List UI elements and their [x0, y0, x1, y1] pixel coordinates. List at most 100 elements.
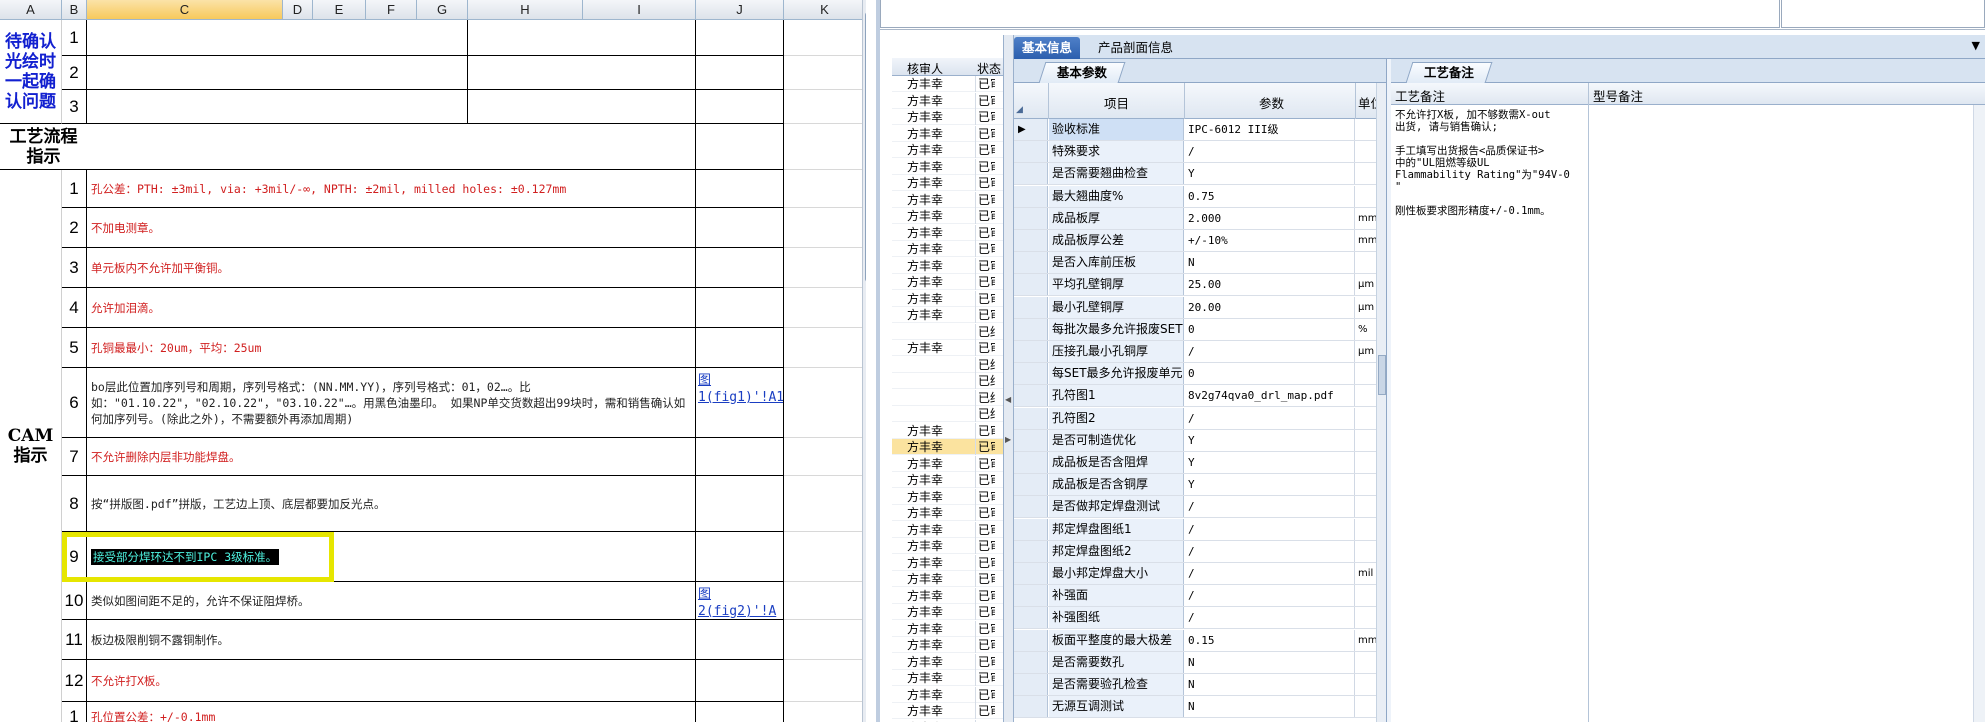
figure-link-text[interactable]: 图2(fig2)'!A: [698, 587, 776, 619]
column-header-i[interactable]: I: [583, 0, 696, 20]
param-value[interactable]: 25.00: [1185, 274, 1355, 296]
process-remarks-text[interactable]: 不允许打X板, 加不够数需X-out 出货, 请与销售确认; 手工填写出货报告<…: [1395, 109, 1585, 217]
cell-j[interactable]: [696, 620, 784, 660]
column-model-remarks[interactable]: 型号备注: [1593, 86, 1643, 105]
collapse-arrow-icon[interactable]: ◀: [1005, 395, 1011, 404]
list-row[interactable]: 方丰幸 已审: [892, 670, 1003, 686]
list-row[interactable]: 方丰幸 已审: [892, 439, 1003, 455]
param-row[interactable]: 板面平整度的最大极差 0.15 mm.: [1014, 629, 1386, 652]
list-row[interactable]: 方丰幸 已审: [892, 274, 1003, 290]
instruction-cell[interactable]: bo层此位置加序列号和周期，序列号格式：(NN.MM.YY)，序列号格式：01，…: [87, 368, 696, 438]
cell-c[interactable]: [87, 20, 468, 56]
scrollbar-thumb[interactable]: [865, 12, 866, 282]
param-row[interactable]: ▶ 验收标准 IPC-6012 III级: [1014, 119, 1386, 141]
column-header-e[interactable]: E: [313, 0, 366, 20]
param-value[interactable]: /: [1185, 341, 1355, 362]
param-value[interactable]: +/-10%: [1185, 230, 1355, 251]
list-row[interactable]: 方丰幸 已审: [892, 175, 1003, 191]
param-row[interactable]: 邦定焊盘图纸1/: [1014, 518, 1386, 541]
param-value[interactable]: 0: [1185, 318, 1355, 340]
cell-k[interactable]: [784, 20, 866, 56]
cell-k[interactable]: [784, 328, 866, 368]
param-value[interactable]: /: [1185, 563, 1355, 584]
list-row[interactable]: 方丰幸 已审: [892, 109, 1003, 125]
cell-k[interactable]: [784, 124, 866, 170]
param-row[interactable]: 孔符图2/: [1014, 407, 1386, 430]
column-header-a[interactable]: A: [0, 0, 62, 20]
column-header-k[interactable]: K: [784, 0, 866, 20]
cell-j[interactable]: [696, 56, 784, 90]
param-row[interactable]: 是否需要验孔检查 N: [1014, 674, 1386, 696]
param-value[interactable]: N: [1185, 696, 1355, 718]
param-row[interactable]: 成品板是否含铜厚 Y: [1014, 474, 1386, 497]
cell-k[interactable]: [784, 620, 866, 660]
instruction-cell[interactable]: 不加电测章。: [87, 208, 696, 248]
list-row[interactable]: 方丰幸 已审: [892, 653, 1003, 670]
column-header-f[interactable]: F: [366, 0, 417, 20]
cell-j[interactable]: [696, 170, 784, 208]
cell-k[interactable]: [784, 702, 866, 722]
cell-k[interactable]: [784, 438, 866, 476]
list-row[interactable]: 已终: [892, 356, 1003, 373]
param-row[interactable]: 平均孔壁铜厚 25.00 μm: [1014, 274, 1386, 297]
cell-j[interactable]: [696, 702, 784, 722]
instruction-cell[interactable]: 孔公差：PTH: ±3mil, via: +3mil/-∞, NPTH: ±2m…: [87, 170, 696, 208]
list-row[interactable]: 已终: [892, 406, 1003, 422]
list-row[interactable]: 方丰幸 已审: [892, 571, 1003, 587]
list-row[interactable]: 方丰幸 已审: [892, 703, 1003, 719]
cell-j[interactable]: [696, 20, 784, 56]
param-row[interactable]: 补强图纸 /: [1014, 607, 1386, 630]
list-row[interactable]: 方丰幸 已审: [892, 422, 1003, 439]
cell-c[interactable]: [87, 124, 696, 170]
column-status[interactable]: 状态: [977, 60, 1002, 77]
cell-k[interactable]: [784, 56, 866, 90]
cell-j[interactable]: [696, 288, 784, 328]
param-row[interactable]: 每批次最多允许报废SET 0%: [1014, 318, 1386, 341]
list-row[interactable]: 方丰幸 已审: [892, 208, 1003, 224]
cell-h[interactable]: [468, 90, 696, 124]
list-row[interactable]: 方丰幸 已审: [892, 158, 1003, 175]
param-row[interactable]: 邦定焊盘图纸2/: [1014, 540, 1386, 563]
param-value[interactable]: /: [1185, 407, 1355, 429]
cell-j[interactable]: [696, 248, 784, 288]
instruction-cell[interactable]: 孔位置公差：+/-0.1mm: [87, 702, 696, 722]
cell-j[interactable]: [696, 438, 784, 476]
param-value[interactable]: 0.75: [1185, 185, 1355, 207]
list-row[interactable]: 方丰幸 已审: [892, 604, 1003, 620]
cell-k[interactable]: [784, 476, 866, 532]
list-row[interactable]: 已终: [892, 389, 1003, 406]
column-unit[interactable]: 单位: [1358, 93, 1376, 112]
cell-j[interactable]: [696, 532, 784, 582]
param-value[interactable]: N: [1185, 651, 1355, 673]
list-row[interactable]: 方丰幸 已审: [892, 554, 1003, 571]
param-row[interactable]: 成品板厚 2.000 mm: [1014, 207, 1386, 230]
list-row[interactable]: 方丰幸 已审: [892, 637, 1003, 653]
column-header-g[interactable]: G: [417, 0, 468, 20]
column-value[interactable]: 参数: [1259, 93, 1284, 112]
tab-basic-info[interactable]: 基本信息: [1014, 37, 1081, 59]
instruction-cell[interactable]: 不允许打X板。: [87, 660, 696, 702]
param-value[interactable]: 0.15: [1185, 629, 1355, 651]
instruction-cell[interactable]: 接受部分焊环达不到IPC 3级标准。: [87, 532, 696, 582]
cell-j[interactable]: [696, 660, 784, 702]
list-splitter-bar[interactable]: ◀ ▶: [1004, 35, 1014, 722]
instruction-cell[interactable]: 类似如图间距不足的，允许不保证阻焊桥。: [87, 582, 696, 620]
column-header-c[interactable]: C: [87, 0, 283, 20]
param-row[interactable]: 补强面 /: [1014, 585, 1386, 608]
param-value[interactable]: 20.00: [1185, 296, 1355, 318]
cell-c[interactable]: [87, 90, 468, 124]
param-row[interactable]: 压接孔最小孔铜厚 / μm: [1014, 341, 1386, 363]
param-value[interactable]: 8v2g74qva0_drl_map.pdf: [1185, 385, 1355, 407]
param-row[interactable]: 是否可制造优化 Y: [1014, 429, 1386, 452]
param-row[interactable]: 最小邦定焊盘大小 / mil: [1014, 563, 1386, 585]
tab-process-remarks[interactable]: 工艺备注: [1405, 62, 1493, 83]
cell-j[interactable]: [696, 328, 784, 368]
param-value[interactable]: Y: [1185, 163, 1355, 185]
param-value[interactable]: /: [1185, 496, 1355, 518]
param-row[interactable]: 孔符图1 8v2g74qva0_drl_map.pdf: [1014, 385, 1386, 408]
figure-link-text[interactable]: 图1(fig1)'!A1: [698, 373, 783, 405]
column-reviewer[interactable]: 核审人: [907, 60, 943, 77]
param-value[interactable]: IPC-6012 III级: [1185, 119, 1355, 140]
list-row[interactable]: 方丰幸 已审: [892, 224, 1003, 241]
param-row[interactable]: 成品板是否含阻焊 Y: [1014, 452, 1386, 474]
